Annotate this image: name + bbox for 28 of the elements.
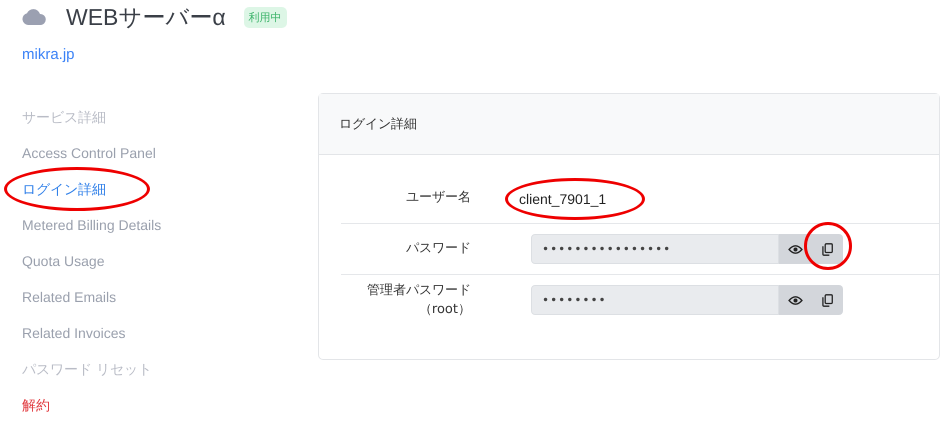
copy-icon (822, 294, 832, 306)
sidebar-item[interactable]: Quota Usage (22, 253, 104, 269)
field-label: ユーザー名 (405, 189, 472, 208)
copy-button[interactable] (811, 285, 843, 315)
domain-link[interactable]: mikra.jp (22, 46, 75, 63)
sidebar-item[interactable]: Metered Billing Details (22, 217, 162, 233)
eye-icon (788, 244, 802, 254)
username-value: client_7901_1 (519, 190, 606, 206)
card-title: ログイン詳細 (339, 116, 417, 133)
show-password-button[interactable] (779, 285, 811, 315)
sidebar-item[interactable]: Related Emails (22, 289, 116, 305)
sidebar-item[interactable]: パスワード リセット (22, 361, 152, 379)
show-password-button[interactable] (779, 234, 811, 264)
copy-button[interactable] (811, 234, 843, 264)
copy-icon (822, 242, 832, 256)
password-field[interactable]: •••••••• (531, 285, 779, 315)
sidebar-item[interactable]: ログイン詳細 (22, 181, 106, 199)
eye-icon (788, 294, 802, 306)
field-label: 管理者パスワード（root） (366, 282, 472, 319)
sidebar-item[interactable]: Related Invoices (22, 325, 126, 341)
page-title: WEBサーバーα (66, 2, 226, 32)
cloud-icon (22, 9, 46, 25)
status-badge: 利用中 (244, 6, 287, 28)
password-field[interactable]: •••••••••••••••• (531, 234, 779, 264)
sidebar-item[interactable]: サービス詳細 (22, 109, 106, 127)
sidebar-item[interactable]: 解約 (22, 397, 50, 415)
sidebar-item[interactable]: Access Control Panel (22, 145, 156, 161)
field-label: パスワード (405, 240, 472, 258)
